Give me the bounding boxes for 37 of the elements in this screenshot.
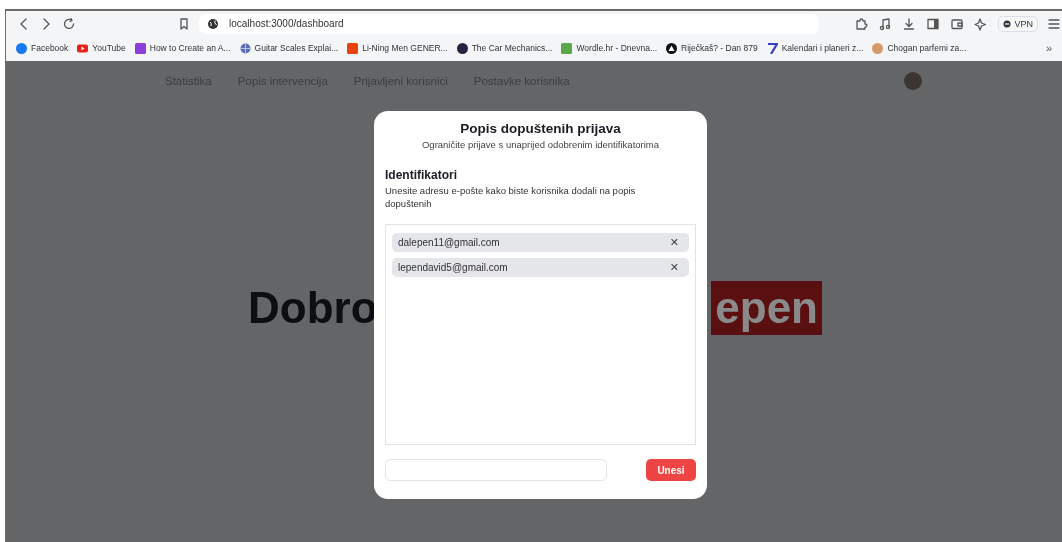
bookmark-link[interactable]: Wordle.hr - Dnevna... [561, 42, 658, 54]
sparkle-icon[interactable] [974, 16, 989, 31]
remove-button[interactable]: ✕ [665, 261, 683, 274]
bookmark-link[interactable]: How to Create an A... [134, 42, 231, 54]
vpn-dot-icon [1003, 19, 1012, 28]
bookmark-link[interactable]: Kalendari i planeri z... [766, 42, 864, 54]
bookmark-icon[interactable] [178, 16, 190, 31]
bookmark-link[interactable]: The Car Mechanics... [456, 42, 553, 54]
reload-icon[interactable] [62, 16, 76, 31]
url-text: localhost:3000/dashboard [229, 18, 344, 29]
overflow-chevron[interactable]: » [1045, 42, 1052, 54]
section-heading: Identifikatori [385, 168, 458, 182]
email-input-field[interactable] [385, 459, 607, 481]
wallet-icon[interactable] [950, 16, 965, 31]
bookmark-link[interactable]: Guitar Scales Explai... [239, 42, 339, 54]
highlighted-heading-text: epen [711, 281, 822, 335]
bookmark-link[interactable]: YouTube [77, 42, 126, 54]
download-icon[interactable] [902, 16, 917, 31]
address-bar[interactable]: localhost:3000/dashboard [199, 13, 819, 34]
sidebar-icon[interactable] [926, 16, 941, 31]
modal-title: Popis dopuštenih prijava [459, 121, 622, 136]
music-icon[interactable] [878, 16, 893, 31]
section-description: Unesite adresu e-pošte kako biste korisnika dodali na popis dopuštenih [385, 184, 637, 210]
submit-button[interactable]: Unesi [646, 459, 696, 481]
bookmark-link[interactable]: Li-Ning Men GENER... [347, 42, 448, 54]
bookmark-link[interactable]: Chogan parfemi za... [872, 42, 967, 54]
vpn-button[interactable]: VPN [998, 15, 1038, 32]
email-text: dalepen11@gmail.com [398, 237, 500, 248]
puzzle-icon[interactable] [854, 16, 869, 31]
modal-subtitle: Ograničite prijave s unaprijed odobrenim identifikatorima [420, 139, 661, 150]
email-text: lependavid5@gmail.com [398, 262, 508, 273]
globe-icon [207, 17, 219, 30]
bookmark-link[interactable]: Riječkaš? - Dan 879 [666, 42, 758, 54]
menu-icon[interactable] [1048, 16, 1060, 31]
remove-button[interactable]: ✕ [665, 236, 683, 249]
bookmark-link[interactable]: Facebook [16, 42, 69, 54]
heading-text: Dobro [248, 283, 378, 333]
